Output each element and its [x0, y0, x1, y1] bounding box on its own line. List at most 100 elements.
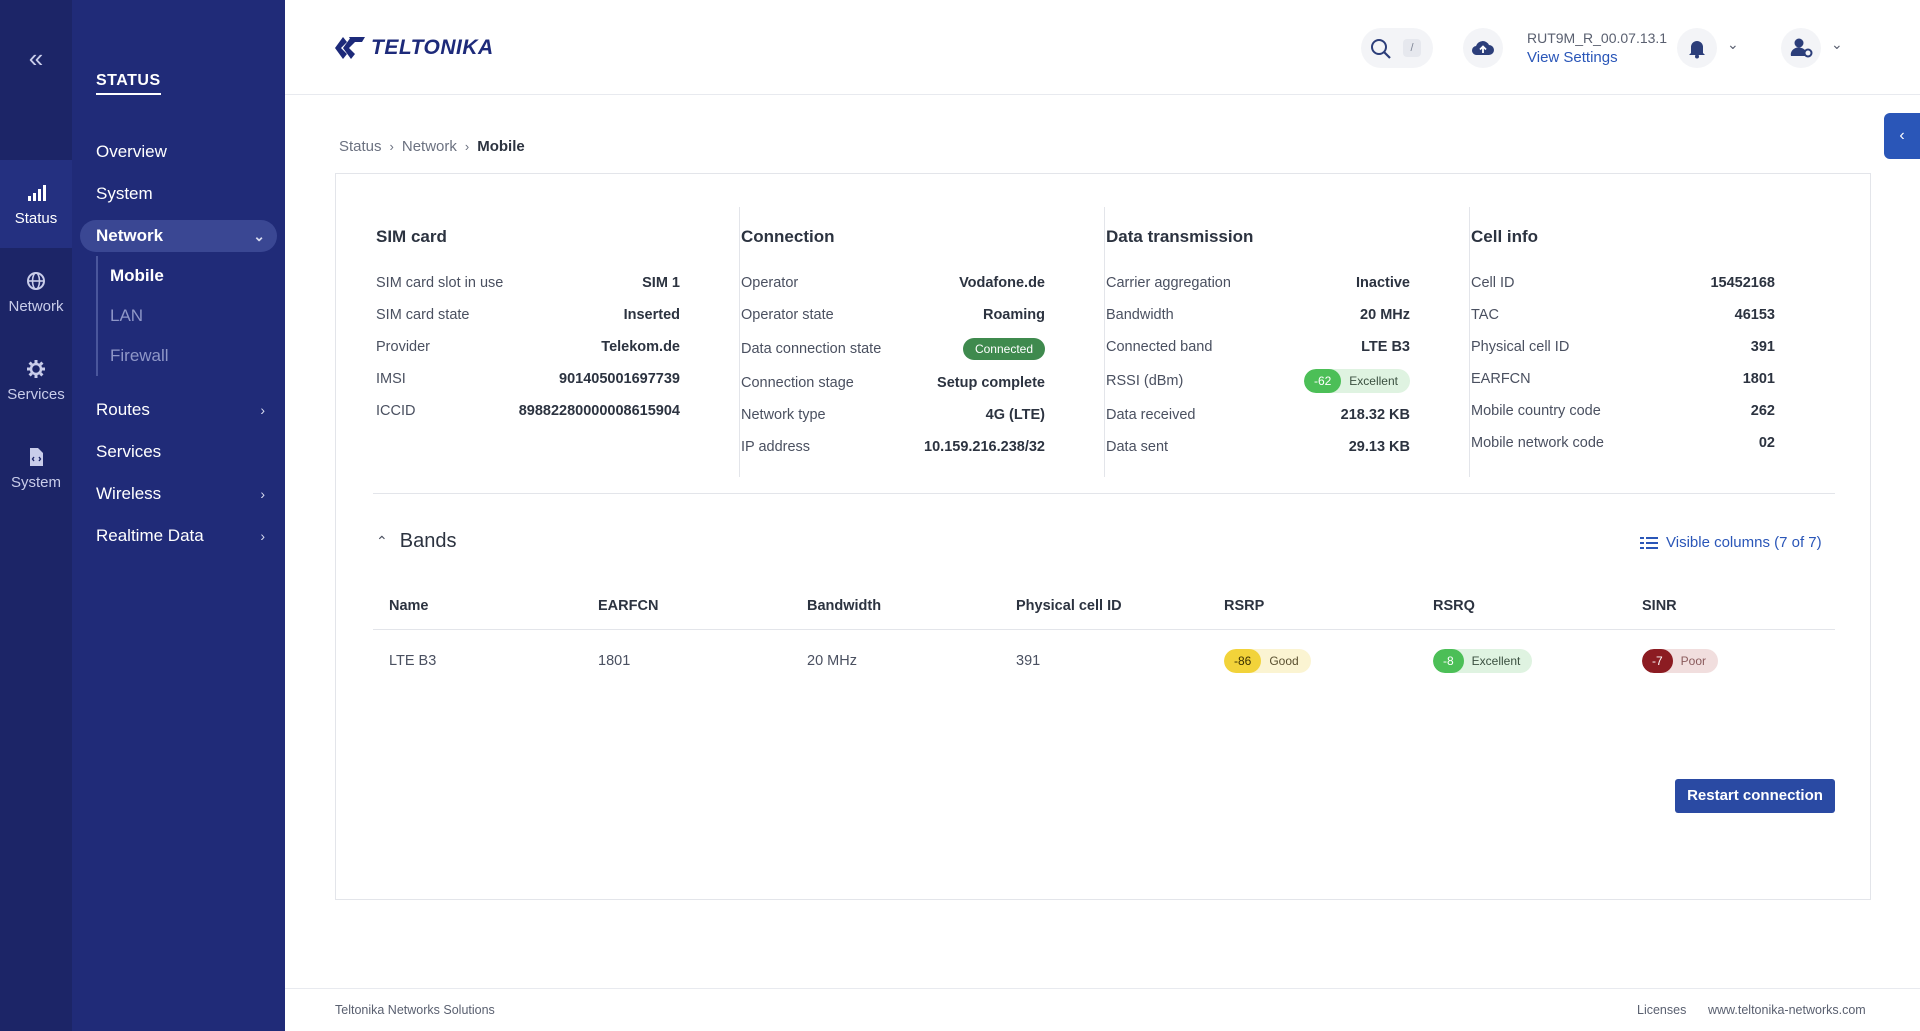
info-row: EARFCN 1801: [1451, 363, 1795, 395]
column-header[interactable]: Bandwidth: [807, 592, 881, 620]
rail-label: Status: [14, 210, 58, 227]
menu-item-network[interactable]: Network ⌄: [80, 220, 277, 252]
visible-columns-label: Visible columns (7 of 7): [1666, 534, 1822, 551]
info-row: Cell ID 15452168: [1451, 267, 1795, 299]
info-value: LTE B3: [1361, 339, 1410, 355]
double-chevron-left-icon[interactable]: «: [0, 38, 72, 78]
info-value: -62 Excellent: [1303, 363, 1410, 399]
rail-item-system[interactable]: System: [0, 424, 72, 512]
column-header[interactable]: Physical cell ID: [1016, 592, 1122, 620]
info-value: 262: [1750, 403, 1775, 419]
section-title: Data transmission: [1106, 227, 1254, 246]
brand-name: TELTONIKA: [371, 36, 494, 59]
info-key: Connection stage: [741, 375, 854, 391]
menu-item-services[interactable]: Services: [80, 436, 277, 468]
signal-label: Good: [1269, 654, 1299, 669]
breadcrumb: Status › Network › Mobile: [339, 138, 533, 155]
firmware-version: RUT9M_R_00.07.13.1: [1527, 30, 1668, 46]
table-cell: LTE B3: [389, 653, 437, 669]
chevron-right-icon: ›: [260, 528, 265, 544]
view-settings-link[interactable]: View Settings: [1527, 49, 1618, 66]
rail-label: Network: [8, 298, 64, 315]
page-footer: Teltonika Networks Solutions Licenses ww…: [285, 988, 1920, 1031]
info-key: IMSI: [376, 371, 406, 387]
section-title: SIM card: [376, 227, 447, 246]
cloud-upload-icon: [1471, 41, 1494, 56]
table-cell: 391: [1016, 653, 1041, 669]
menu-item-label: Network: [96, 226, 164, 245]
info-value: 1801: [1742, 371, 1775, 387]
signal-bars-icon: [28, 185, 46, 201]
rail-item-network[interactable]: Network: [0, 248, 72, 336]
teltonika-logo[interactable]: TELTONIKA: [333, 30, 494, 66]
info-value: 20 MHz: [1360, 307, 1410, 323]
submenu-item-lan[interactable]: LAN: [98, 296, 256, 336]
column-header[interactable]: RSRP: [1224, 592, 1264, 620]
breadcrumb-status[interactable]: Status: [339, 138, 382, 155]
sim-card-section: SIM card SIM card slot in use SIM 1 SIM c…: [356, 207, 700, 507]
search-button[interactable]: /: [1361, 28, 1433, 68]
chevron-down-icon[interactable]: ⌄: [1831, 36, 1843, 53]
network-submenu: Mobile LAN Firewall: [96, 256, 256, 376]
bands-section-toggle[interactable]: ⌃ Bands: [376, 530, 456, 553]
table-cell: 20 MHz: [807, 653, 857, 669]
globe-icon: [27, 272, 45, 290]
column-header[interactable]: Name: [389, 592, 429, 620]
user-menu-button[interactable]: [1781, 28, 1821, 68]
info-row: ICCID 89882280000008615904: [356, 395, 700, 427]
gear-icon: [27, 360, 45, 378]
info-row: IP address 10.159.216.238/32: [721, 431, 1065, 463]
info-value: 391: [1750, 339, 1775, 355]
chevron-down-icon[interactable]: ⌄: [1727, 36, 1739, 53]
status-badge: Connected: [962, 338, 1045, 361]
rail-label: Services: [7, 386, 65, 403]
info-value: SIM 1: [642, 275, 680, 291]
info-key: Operator: [741, 275, 799, 291]
mobile-status-card: SIM card SIM card slot in use SIM 1 SIM c…: [335, 173, 1871, 900]
info-row: SIM card slot in use SIM 1: [356, 267, 700, 299]
licenses-link[interactable]: Licenses: [1637, 1003, 1686, 1017]
rsrp-quality-badge: -86 Good: [1224, 649, 1311, 674]
restart-connection-button[interactable]: Restart connection: [1675, 779, 1835, 813]
info-key: Provider: [376, 339, 430, 355]
submenu-item-mobile[interactable]: Mobile: [98, 256, 256, 296]
column-header[interactable]: EARFCN: [598, 592, 658, 620]
signal-label: Excellent: [1471, 654, 1521, 669]
menu-item-system[interactable]: System: [80, 178, 277, 210]
info-row: Mobile network code 02: [1451, 427, 1795, 459]
menu-item-overview[interactable]: Overview: [80, 136, 277, 168]
info-key: Bandwidth: [1106, 307, 1174, 323]
cloud-upload-button[interactable]: [1463, 28, 1503, 68]
menu-item-realtime-data[interactable]: Realtime Data ›: [80, 520, 277, 552]
menu-item-routes[interactable]: Routes ›: [80, 394, 277, 426]
notifications-button[interactable]: [1677, 28, 1717, 68]
info-key: Data sent: [1106, 439, 1169, 455]
menu-item-label: Realtime Data: [96, 526, 204, 545]
info-value: 89882280000008615904: [518, 403, 680, 419]
top-header: TELTONIKA / RUT9M_R_00.07.13.1 View Sett…: [285, 0, 1920, 95]
menu-item-label: Overview: [96, 142, 167, 161]
side-panel-toggle[interactable]: ‹: [1884, 113, 1920, 159]
info-key: EARFCN: [1471, 371, 1531, 387]
menu-item-wireless[interactable]: Wireless ›: [80, 478, 277, 510]
rsrq-quality-badge: -8 Excellent: [1433, 649, 1533, 674]
rail-item-services[interactable]: Services: [0, 336, 72, 424]
signal-label: Excellent: [1349, 374, 1398, 389]
submenu-item-firewall[interactable]: Firewall: [98, 336, 256, 376]
rail-item-status[interactable]: Status: [0, 160, 72, 248]
info-key: RSSI (dBm): [1106, 373, 1184, 389]
menu-item-label: Wireless: [96, 484, 162, 503]
connection-section: Connection Operator Vodafone.de Operator …: [721, 207, 1065, 507]
column-header[interactable]: RSRQ: [1433, 592, 1475, 620]
menu-item-label: Routes: [96, 400, 150, 419]
info-row: TAC 46153: [1451, 299, 1795, 331]
visible-columns-button[interactable]: Visible columns (7 of 7): [1640, 534, 1822, 551]
columns-list-icon: [1640, 536, 1658, 549]
website-link[interactable]: www.teltonika-networks.com: [1708, 1003, 1866, 1017]
table-row: LTE B3 1801 20 MHz 391 -86 Good -8 Excel…: [373, 630, 1835, 692]
breadcrumb-network[interactable]: Network: [402, 138, 457, 155]
menu-item-label: Services: [96, 442, 162, 461]
column-header[interactable]: SINR: [1642, 592, 1677, 620]
info-value: Telekom.de: [601, 339, 680, 355]
info-row: Operator state Roaming: [721, 299, 1065, 331]
